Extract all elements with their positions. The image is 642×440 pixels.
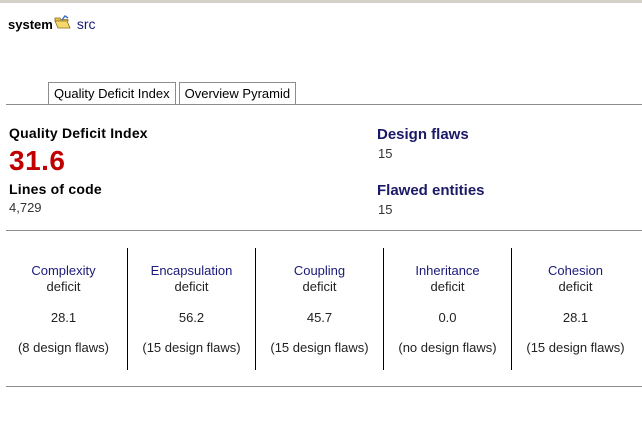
deficit-flaws: (8 design flaws)	[17, 340, 110, 355]
window-top-border	[0, 0, 642, 3]
deficit-value: 0.0	[438, 310, 457, 325]
breadcrumb-root[interactable]: system	[8, 17, 53, 32]
tab-underline	[6, 104, 642, 105]
deficit-name[interactable]: Inheritance	[384, 263, 511, 278]
deficit-name[interactable]: Encapsulation	[128, 263, 255, 278]
qdi-label: Quality Deficit Index	[9, 125, 148, 141]
deficit-name[interactable]: Coupling	[256, 263, 383, 278]
summary-divider	[6, 230, 642, 231]
loc-value: 4,729	[9, 200, 42, 215]
deficit-sub: deficit	[558, 279, 593, 294]
deficit-encapsulation: Encapsulation deficit 56.2 (15 design fl…	[128, 248, 255, 370]
deficit-sub: deficit	[430, 279, 465, 294]
deficit-name[interactable]: Complexity	[0, 263, 127, 278]
deficit-table: Complexity deficit 28.1 (8 design flaws)…	[0, 248, 640, 370]
flawed-entities-value: 15	[378, 202, 393, 217]
bottom-divider	[6, 386, 642, 387]
deficit-value: 56.2	[178, 310, 205, 325]
deficit-flaws: (15 design flaws)	[270, 340, 369, 355]
design-flaws-label[interactable]: Design flaws	[377, 126, 469, 143]
deficit-value: 45.7	[306, 310, 333, 325]
deficit-cohesion: Cohesion deficit 28.1 (15 design flaws)	[512, 248, 639, 370]
folder-open-icon	[54, 15, 71, 29]
deficit-name[interactable]: Cohesion	[512, 263, 639, 278]
tab-quality-deficit-index[interactable]: Quality Deficit Index	[48, 82, 176, 105]
deficit-sub: deficit	[174, 279, 209, 294]
tab-bar: Quality Deficit Index Overview Pyramid	[48, 82, 299, 105]
breadcrumb: system src	[8, 14, 95, 34]
deficit-flaws: (15 design flaws)	[526, 340, 625, 355]
deficit-sub: deficit	[46, 279, 81, 294]
deficit-flaws: (no design flaws)	[398, 340, 497, 355]
loc-label: Lines of code	[9, 181, 102, 197]
deficit-value: 28.1	[562, 310, 589, 325]
qdi-value: 31.6	[9, 145, 66, 176]
flawed-entities-label[interactable]: Flawed entities	[377, 182, 485, 199]
deficit-coupling: Coupling deficit 45.7 (15 design flaws)	[256, 248, 383, 370]
deficit-complexity: Complexity deficit 28.1 (8 design flaws)	[0, 248, 127, 370]
design-flaws-value: 15	[378, 146, 393, 161]
breadcrumb-current[interactable]: src	[77, 16, 96, 32]
deficit-value: 28.1	[50, 310, 77, 325]
deficit-sub: deficit	[302, 279, 337, 294]
deficit-inheritance: Inheritance deficit 0.0 (no design flaws…	[384, 248, 511, 370]
deficit-flaws: (15 design flaws)	[142, 340, 241, 355]
tab-overview-pyramid[interactable]: Overview Pyramid	[178, 82, 297, 104]
